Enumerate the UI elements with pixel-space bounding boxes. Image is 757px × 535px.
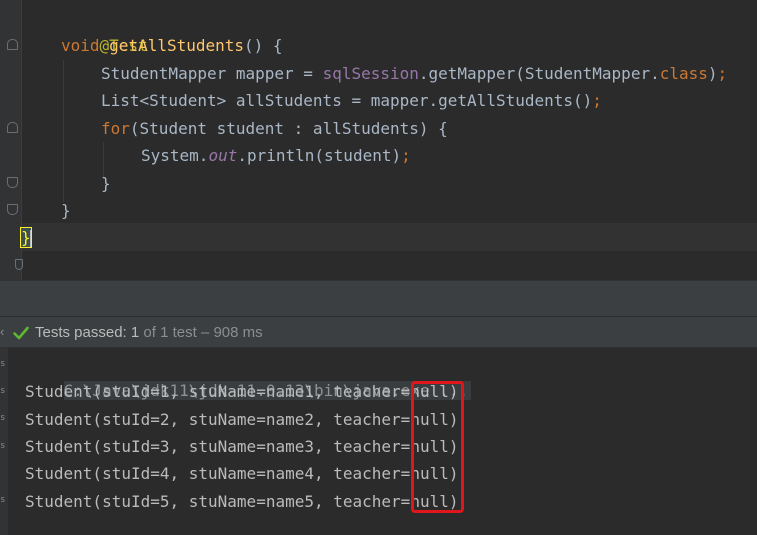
console-output-line-1: Student(stuId=1, stuName=name1, teacher=… [25, 382, 459, 401]
console-output-line-2: Student(stuId=2, stuName=name2, teacher=… [25, 410, 459, 429]
method-signature: () { [244, 36, 283, 55]
system-ref: System. [141, 146, 209, 165]
checkmark-icon [13, 326, 29, 340]
text-cursor [29, 229, 32, 248]
code-line-4[interactable]: List<Student> allStudents = mapper.getAl… [101, 87, 602, 114]
code-line-1[interactable]: @Test [61, 5, 148, 55]
mapper-decl: StudentMapper mapper = [101, 64, 323, 83]
console-marker-icon: s [0, 413, 6, 423]
brace-close: } [101, 174, 111, 193]
fold-for-icon[interactable] [7, 122, 18, 133]
brace-close: } [61, 201, 71, 220]
keyword-for: for [101, 119, 130, 138]
console-marker-icon: s [0, 359, 6, 369]
console-marker-icon: s [0, 441, 6, 451]
code-line-6[interactable]: System.out.println(student); [141, 142, 411, 169]
println-call: .println(student) [237, 146, 402, 165]
semicolon: ; [592, 91, 602, 110]
paren-close: ) [707, 64, 718, 83]
fold-class-end-icon[interactable] [15, 259, 23, 270]
code-line-2[interactable]: void getAllStudents() { [61, 32, 283, 59]
console-output-line-5: Student(stuId=5, stuName=name5, teacher=… [25, 492, 459, 511]
chevron-icon[interactable]: ‹ [0, 324, 10, 340]
fold-method-icon[interactable] [7, 39, 18, 50]
method-name: getAllStudents [109, 36, 245, 55]
run-console[interactable]: s s s s s C:\Java\jdk11\jdk-11.0.13\bin\… [0, 348, 757, 535]
code-line-7[interactable]: } [101, 170, 111, 197]
keyword-class: class [659, 64, 708, 83]
panel-splitter[interactable] [0, 280, 757, 316]
code-line-5[interactable]: for(Student student : allStudents) { [101, 115, 448, 142]
getmapper-call: .getMapper(StudentMapper. [418, 64, 660, 83]
semicolon: ; [717, 64, 728, 83]
code-editor[interactable]: @Test void getAllStudents() { StudentMap… [0, 0, 757, 280]
keyword-void: void [61, 36, 100, 55]
for-header: (Student student : allStudents) { [129, 119, 448, 138]
console-marker-icon: s [0, 386, 6, 396]
current-line-highlight [22, 223, 757, 251]
console-command-line: C:\Java\jdk11\jdk-11.0.13\bin\java.exe .… [25, 350, 472, 400]
sqlsession-field: sqlSession [322, 64, 419, 83]
console-output-line-4: Student(stuId=4, stuName=name4, teacher=… [25, 464, 459, 483]
test-status-text: Tests passed: 1 of 1 test – 908 ms [35, 323, 263, 343]
code-line-8[interactable]: } [61, 197, 71, 224]
tests-passed-count: 1 [130, 324, 140, 341]
tests-passed-detail: of 1 test – 908 ms [143, 324, 263, 341]
console-output-line-3: Student(stuId=3, stuName=name3, teacher=… [25, 437, 459, 456]
fold-method-end-icon[interactable] [7, 204, 18, 215]
fold-for-end-icon[interactable] [7, 177, 18, 188]
code-line-9[interactable]: } [20, 224, 32, 251]
static-out: out [208, 146, 238, 165]
list-decl: List<Student> allStudents = mapper.getAl… [101, 91, 593, 110]
console-marker-icon: s [0, 495, 6, 505]
semicolon: ; [401, 146, 411, 165]
tests-passed-label: Tests passed: [35, 324, 127, 341]
test-status-bar: ‹ Tests passed: 1 of 1 test – 908 ms [0, 316, 757, 348]
code-line-3[interactable]: StudentMapper mapper = sqlSession.getMap… [101, 60, 727, 87]
